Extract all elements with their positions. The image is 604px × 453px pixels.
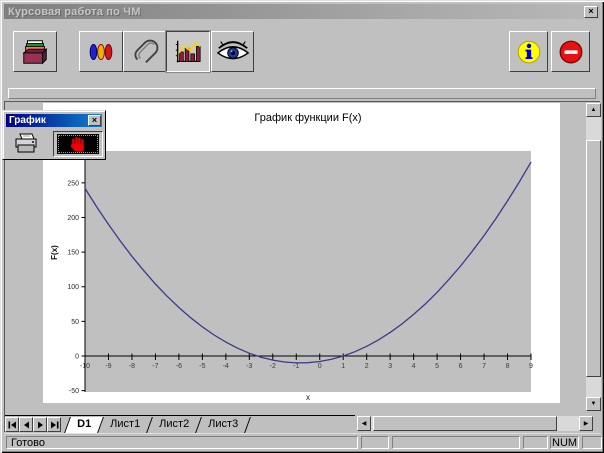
sheet-tab-label: Лист2 [159,418,190,430]
y-axis-label: F(x) [49,245,59,260]
eye-icon [216,40,249,59]
sheet-tab-label: D1 [77,418,92,430]
toolbar-grip [8,88,596,99]
sheet-tab-Лист1[interactable]: Лист1 [98,417,154,433]
first-sheet-button[interactable] [5,417,19,432]
colored-pills-icon [89,43,113,60]
about-button[interactable] [509,31,548,72]
pills-button[interactable] [79,31,123,72]
svg-text:8: 8 [506,363,510,370]
svg-text:5: 5 [435,363,439,370]
svg-text:-6: -6 [176,363,182,370]
status-message: Готово [6,436,358,449]
print-button[interactable] [9,131,43,157]
x-axis-label: x [306,393,310,402]
stop-calculation-button[interactable] [53,131,103,157]
svg-text:-10: -10 [80,363,90,370]
status-pane-1 [361,436,389,449]
svg-text:-9: -9 [105,363,111,370]
sheet-tabbar: D1 Лист1 Лист2 Лист3 [5,415,355,433]
exit-button[interactable] [551,31,590,72]
app-window: Курсовая работа по ЧМ × График функции F… [0,0,604,453]
window-title: Курсовая работа по ЧМ [8,5,141,18]
svg-text:200: 200 [67,215,79,222]
svg-text:9: 9 [529,363,533,370]
svg-text:250: 250 [67,180,79,187]
status-pane-3 [523,436,548,449]
graph-toolbox-titlebar[interactable]: График × [6,114,102,127]
vertical-scrollbar[interactable]: ▲ ▼ [586,103,601,411]
bar-chart-icon [175,40,201,62]
svg-text:-3: -3 [246,363,252,370]
chart-window: График функции F(x) -50 0 50 100 150 200 250 -1… [43,103,560,403]
attach-button[interactable] [123,31,166,72]
num-lock-indicator: NUM [550,436,579,449]
svg-text:-8: -8 [129,363,135,370]
svg-text:-7: -7 [152,363,158,370]
graph-button[interactable] [166,31,210,72]
svg-text:0: 0 [75,353,79,360]
svg-text:150: 150 [67,250,79,257]
prev-sheet-button[interactable] [19,417,33,432]
svg-text:-50: -50 [69,388,79,395]
graph-toolbox-close-button[interactable]: × [88,115,101,126]
sheet-tab-Лист2[interactable]: Лист2 [147,417,203,433]
graph-toolbox: График × [2,110,106,160]
svg-text:3: 3 [388,363,392,370]
scroll-left-button[interactable]: ◀ [357,416,371,431]
sheet-tab-Лист3[interactable]: Лист3 [196,417,252,433]
svg-text:4: 4 [412,363,416,370]
svg-text:-2: -2 [270,363,276,370]
close-button[interactable]: × [584,5,598,18]
graph-toolbox-title: График [9,115,46,126]
sheet-tab-label: Лист1 [110,418,141,430]
svg-text:100: 100 [67,284,79,291]
stop-hand-icon [57,134,99,154]
svg-text:7: 7 [482,363,486,370]
statusbar: Готово NUM [4,433,602,450]
sheet-tab-label: Лист3 [208,418,239,430]
open-cardfile-button[interactable] [13,31,57,72]
svg-text:-5: -5 [199,363,205,370]
vertical-scroll-thumb[interactable] [586,140,601,377]
svg-text:-1: -1 [293,363,299,370]
status-pane-2 [392,436,520,449]
horizontal-scrollbar[interactable]: ◀ ▶ [357,416,593,431]
svg-text:2: 2 [365,363,369,370]
info-icon [517,40,540,63]
scroll-up-button[interactable]: ▲ [586,103,601,117]
scroll-down-button[interactable]: ▼ [586,397,601,411]
svg-text:50: 50 [71,319,79,326]
next-sheet-button[interactable] [33,417,47,432]
paperclip-icon [133,39,158,63]
svg-text:-4: -4 [223,363,229,370]
view-button[interactable] [211,31,254,72]
card-file-icon [22,39,48,64]
status-pane-4 [582,436,602,449]
scroll-right-button[interactable]: ▶ [579,416,593,431]
svg-text:1: 1 [341,363,345,370]
svg-text:6: 6 [459,363,463,370]
svg-text:0: 0 [318,363,322,370]
printer-icon [15,133,37,153]
titlebar[interactable]: Курсовая работа по ЧМ × [4,4,600,19]
horizontal-scroll-thumb[interactable] [373,416,557,431]
last-sheet-button[interactable] [47,417,61,432]
stop-icon [559,40,582,63]
